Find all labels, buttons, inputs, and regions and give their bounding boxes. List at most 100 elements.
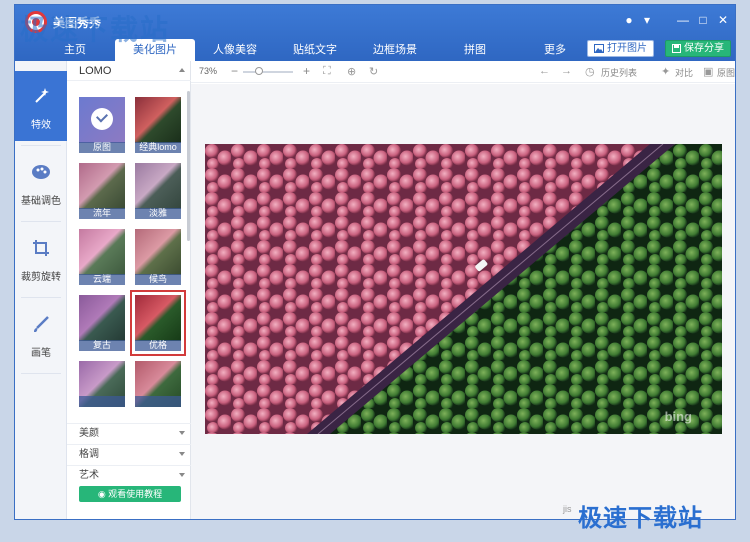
- filter-scrollbar[interactable]: [187, 91, 190, 241]
- watch-tutorial-button[interactable]: ◉ 观看使用教程: [79, 486, 181, 502]
- filter-label: 云端: [79, 274, 125, 285]
- filter-label: 候鸟: [135, 274, 181, 285]
- divider: [21, 221, 61, 222]
- palette-icon: [32, 165, 50, 179]
- chevron-up-icon: [179, 68, 185, 72]
- filter-preview-image: [135, 229, 181, 275]
- tab-frames-scenes[interactable]: 边框场景: [355, 39, 435, 61]
- original-label[interactable]: 原图: [717, 66, 735, 79]
- compare-label[interactable]: 对比: [675, 66, 693, 79]
- compare-icon[interactable]: ✦: [661, 65, 670, 78]
- maximize-button[interactable]: □: [695, 13, 711, 27]
- minimize-button[interactable]: —: [675, 13, 691, 27]
- save-icon: [672, 44, 681, 53]
- category-gediao[interactable]: 格调: [67, 444, 191, 464]
- rail-label: 画笔: [31, 348, 51, 359]
- crop-icon: [33, 240, 49, 256]
- rail-label: 裁剪旋转: [21, 272, 61, 283]
- rail-label: 基础调色: [21, 196, 61, 207]
- rail-item-crop-rotate[interactable]: 裁剪旋转: [15, 223, 67, 293]
- canvas-area: bing: [191, 84, 735, 519]
- zoom-in-button[interactable]: +: [303, 64, 310, 78]
- divider: [21, 297, 61, 298]
- undo-icon[interactable]: ←: [539, 65, 550, 77]
- tab-portrait[interactable]: 人像美容: [195, 39, 275, 61]
- forest-photo-image: [205, 144, 722, 434]
- filter-label: 优格: [135, 340, 181, 351]
- rail-item-basic-color[interactable]: 基础调色: [15, 147, 67, 217]
- chevron-down-icon: [179, 431, 185, 435]
- category-label: 美颜: [79, 428, 99, 439]
- bing-watermark: bing: [664, 409, 692, 424]
- zoom-slider[interactable]: [243, 67, 293, 75]
- filter-label: [79, 396, 125, 407]
- filter-thumb-youge[interactable]: 优格: [130, 290, 186, 356]
- filter-panel: LOMO 原图 经典lomo 流年 淡雅 云端 候鸟 复古 优格 美颜 格调 艺…: [67, 61, 191, 519]
- category-label: 格调: [79, 449, 99, 460]
- filter-thumb-classic-lomo[interactable]: 经典lomo: [135, 97, 181, 153]
- filter-thumb-liunian[interactable]: 流年: [79, 163, 125, 219]
- close-button[interactable]: ✕: [715, 13, 731, 27]
- edited-photo[interactable]: bing: [205, 144, 722, 434]
- filter-preview-image: [135, 295, 181, 341]
- tutorial-label: 观看使用教程: [108, 489, 163, 499]
- filter-label: 经典lomo: [135, 142, 181, 153]
- tab-collage[interactable]: 拼图: [435, 39, 515, 61]
- filter-preview-image: [135, 163, 181, 209]
- rail-item-effects[interactable]: 特效: [15, 71, 67, 141]
- filter-preview-image: [79, 163, 125, 209]
- filter-category-header[interactable]: LOMO: [67, 61, 191, 81]
- zoom-level: 73%: [199, 66, 218, 76]
- tool-rail: 特效 基础调色 裁剪旋转 画笔: [15, 61, 67, 519]
- tab-more[interactable]: 更多: [515, 39, 595, 61]
- chevron-down-icon: [179, 452, 185, 456]
- site-watermark-top: 极速下载站: [20, 14, 171, 45]
- filter-preview-image: [79, 295, 125, 341]
- history-list-label[interactable]: 历史列表: [601, 66, 637, 79]
- save-share-button[interactable]: 保存分享: [665, 40, 731, 57]
- rotate-icon[interactable]: ↻: [369, 65, 378, 78]
- filter-label: 原图: [79, 142, 125, 153]
- filter-thumb-yunduan[interactable]: 云端: [79, 229, 125, 285]
- brush-icon: [34, 316, 49, 332]
- original-image-icon[interactable]: ▣: [703, 65, 713, 78]
- filter-label: 复古: [79, 340, 125, 351]
- filter-thumb-houniao[interactable]: 候鸟: [135, 229, 181, 285]
- open-image-button[interactable]: 打开图片: [587, 40, 654, 57]
- category-yishu[interactable]: 艺术: [67, 465, 191, 485]
- menu-dropdown-icon[interactable]: ▾: [639, 13, 655, 27]
- site-url-watermark: jis: [563, 504, 572, 514]
- save-share-label: 保存分享: [684, 43, 724, 54]
- site-watermark-bottom: 极速下载站: [578, 505, 703, 532]
- check-icon: [91, 108, 113, 130]
- rail-item-brush[interactable]: 画笔: [15, 299, 67, 369]
- category-meiyan[interactable]: 美颜: [67, 423, 191, 443]
- filter-thumb-more-1[interactable]: [79, 361, 125, 407]
- redo-icon[interactable]: →: [561, 65, 572, 77]
- actual-size-icon[interactable]: ⊕: [347, 65, 356, 78]
- filter-category-label: LOMO: [79, 65, 112, 77]
- category-label: 艺术: [79, 470, 99, 481]
- zoom-slider-knob[interactable]: [255, 67, 263, 75]
- divider: [21, 145, 61, 146]
- rail-label: 特效: [31, 120, 51, 131]
- zoom-out-button[interactable]: −: [231, 64, 238, 78]
- fit-screen-icon[interactable]: ⛶: [323, 65, 331, 78]
- filter-thumb-danya[interactable]: 淡雅: [135, 163, 181, 219]
- filter-preview-image: [135, 97, 181, 143]
- filter-preview-image: [79, 229, 125, 275]
- chat-icon[interactable]: ●: [621, 13, 637, 27]
- tab-stickers-text[interactable]: 贴纸文字: [275, 39, 355, 61]
- filter-label: 流年: [79, 208, 125, 219]
- app-window: 美图秀秀 ● ▾ — □ ✕ 主页 美化图片 人像美容 贴纸文字 边框场景 拼图…: [14, 4, 736, 520]
- filter-label: 淡雅: [135, 208, 181, 219]
- history-icon[interactable]: ◷: [585, 65, 595, 78]
- open-image-label: 打开图片: [607, 43, 647, 54]
- play-icon: ◉: [97, 489, 109, 499]
- filter-thumb-original[interactable]: 原图: [79, 97, 125, 153]
- chevron-down-icon: [179, 473, 185, 477]
- image-icon: [594, 44, 604, 53]
- filter-label: [135, 396, 181, 407]
- filter-thumb-more-2[interactable]: [135, 361, 181, 407]
- filter-thumb-fugu[interactable]: 复古: [79, 295, 125, 351]
